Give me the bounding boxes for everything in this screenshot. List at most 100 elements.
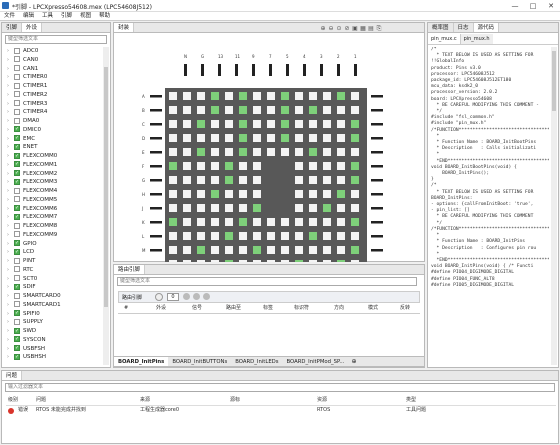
expand-chevron-icon[interactable]: › (2, 143, 14, 151)
ball-pin[interactable] (225, 232, 233, 240)
ball-pin[interactable] (337, 260, 345, 262)
expand-chevron-icon[interactable]: › (2, 248, 14, 256)
ball-pin[interactable] (295, 120, 303, 128)
ball-pin[interactable] (169, 246, 177, 254)
ball-pin[interactable] (253, 120, 261, 128)
ball-pin[interactable] (267, 134, 275, 142)
ball-pin[interactable] (253, 246, 261, 254)
ball-pin[interactable] (225, 162, 233, 170)
close-button[interactable]: ✕ (542, 0, 560, 12)
peripheral-item[interactable]: › ✓ FLEXCOMM0 (2, 152, 57, 160)
ball-pin[interactable] (197, 92, 205, 100)
ball-pin[interactable] (351, 246, 359, 254)
ball-pin[interactable] (309, 92, 317, 100)
peripheral-checkbox[interactable]: ✓ (14, 310, 20, 316)
ball-pin[interactable] (295, 218, 303, 226)
ball-pin[interactable] (309, 106, 317, 114)
peripheral-checkbox[interactable] (14, 91, 20, 98)
peripheral-checkbox[interactable]: ✓ (14, 213, 20, 220)
ball-pin[interactable] (211, 92, 219, 100)
ball-pin[interactable] (295, 134, 303, 142)
ball-pin[interactable] (239, 92, 247, 100)
expand-chevron-icon[interactable]: › (2, 161, 14, 169)
ball-pin[interactable] (295, 246, 303, 254)
routing-next-icon[interactable] (203, 293, 210, 300)
peripheral-item[interactable]: › CAN1 (2, 65, 38, 73)
zoom-out-icon[interactable]: ⊖ (327, 25, 335, 33)
ball-pin[interactable] (183, 260, 191, 262)
ball-pin[interactable] (169, 106, 177, 114)
ball-pin[interactable] (197, 120, 205, 128)
ball-pin[interactable] (211, 106, 219, 114)
tab-problems[interactable]: 问题 (2, 371, 23, 380)
ball-pin[interactable] (211, 190, 219, 198)
peripheral-checkbox[interactable] (14, 266, 20, 273)
ball-pin[interactable] (239, 176, 247, 184)
ball-pin[interactable] (337, 148, 345, 156)
peripheral-item[interactable]: › FLEXCOMM5 (2, 196, 57, 204)
ball-pin[interactable] (169, 92, 177, 100)
tab-init-pmod[interactable]: BOARD_InitPMod_SP... (283, 357, 349, 366)
ball-pin[interactable] (281, 92, 289, 100)
ball-pin[interactable] (295, 204, 303, 212)
peripheral-checkbox[interactable] (14, 82, 20, 89)
peripheral-checkbox[interactable]: ✓ (14, 205, 20, 211)
ball-pin[interactable] (323, 162, 331, 170)
ball-pin[interactable] (253, 134, 261, 142)
ball-pin[interactable] (253, 106, 261, 114)
ball-pin[interactable] (267, 120, 275, 128)
ball-pin[interactable] (295, 148, 303, 156)
file-tab-pin-mux-h[interactable]: pin_mux.h (460, 34, 493, 44)
ball-pin[interactable] (323, 204, 331, 212)
ball-pin[interactable] (211, 176, 219, 184)
peripheral-item[interactable]: › CTIMER1 (2, 82, 47, 90)
zoom-in-icon[interactable]: ⊕ (319, 25, 327, 33)
peripheral-item[interactable]: › ✓ USBFSH (2, 345, 45, 353)
ball-pin[interactable] (295, 176, 303, 184)
expand-chevron-icon[interactable]: › (2, 275, 14, 283)
menu-file[interactable]: 文件 (0, 12, 19, 21)
peripheral-checkbox[interactable]: ✓ (14, 135, 20, 141)
view-package-icon[interactable]: ▣ (351, 25, 359, 33)
ball-pin[interactable] (183, 246, 191, 254)
ball-pin[interactable] (253, 204, 261, 212)
ball-pin[interactable] (337, 246, 345, 254)
ball-pin[interactable] (323, 148, 331, 156)
peripheral-item[interactable]: › ✓ FLEXCOMM1 (2, 161, 57, 169)
ball-pin[interactable] (351, 106, 359, 114)
routing-count-field[interactable]: 0 (167, 293, 179, 301)
ball-pin[interactable] (239, 190, 247, 198)
tab-init-buttons[interactable]: BOARD_InitBUTTONs (168, 357, 231, 366)
expand-chevron-icon[interactable]: › (2, 222, 14, 230)
peripheral-checkbox[interactable]: ✓ (14, 126, 20, 133)
peripheral-item[interactable]: › FLEXCOMM8 (2, 222, 57, 230)
peripheral-checkbox[interactable]: ✓ (14, 345, 20, 351)
expand-chevron-icon[interactable]: › (2, 56, 14, 64)
ball-pin[interactable] (183, 232, 191, 240)
peripheral-item[interactable]: › ✓ ENET (2, 143, 37, 151)
peripheral-checkbox[interactable] (14, 231, 20, 238)
tab-package[interactable]: 封装 (114, 23, 135, 32)
ball-pin[interactable] (281, 120, 289, 128)
ball-pin[interactable] (309, 260, 317, 262)
ball-pin[interactable] (267, 148, 275, 156)
ball-pin[interactable] (295, 106, 303, 114)
ball-pin[interactable] (351, 134, 359, 142)
ball-pin[interactable] (239, 120, 247, 128)
ball-pin[interactable] (169, 204, 177, 212)
tab-overview[interactable]: 概率图 (428, 23, 454, 32)
expand-chevron-icon[interactable]: › (2, 196, 14, 204)
ball-pin[interactable] (323, 176, 331, 184)
peripheral-item[interactable]: › ✓ SPIFI0 (2, 310, 40, 318)
ball-pin[interactable] (309, 218, 317, 226)
ball-pin[interactable] (267, 246, 275, 254)
package-diagram[interactable]: NG13119754321ABCDEFGHJKLMNP (114, 34, 424, 262)
ball-pin[interactable] (225, 204, 233, 212)
peripheral-checkbox[interactable] (14, 47, 20, 54)
ball-pin[interactable] (295, 232, 303, 240)
expand-chevron-icon[interactable]: › (2, 213, 14, 221)
ball-pin[interactable] (295, 260, 303, 262)
ball-pin[interactable] (183, 92, 191, 100)
peripheral-item[interactable]: › ADC0 (2, 47, 38, 55)
ball-pin[interactable] (169, 148, 177, 156)
